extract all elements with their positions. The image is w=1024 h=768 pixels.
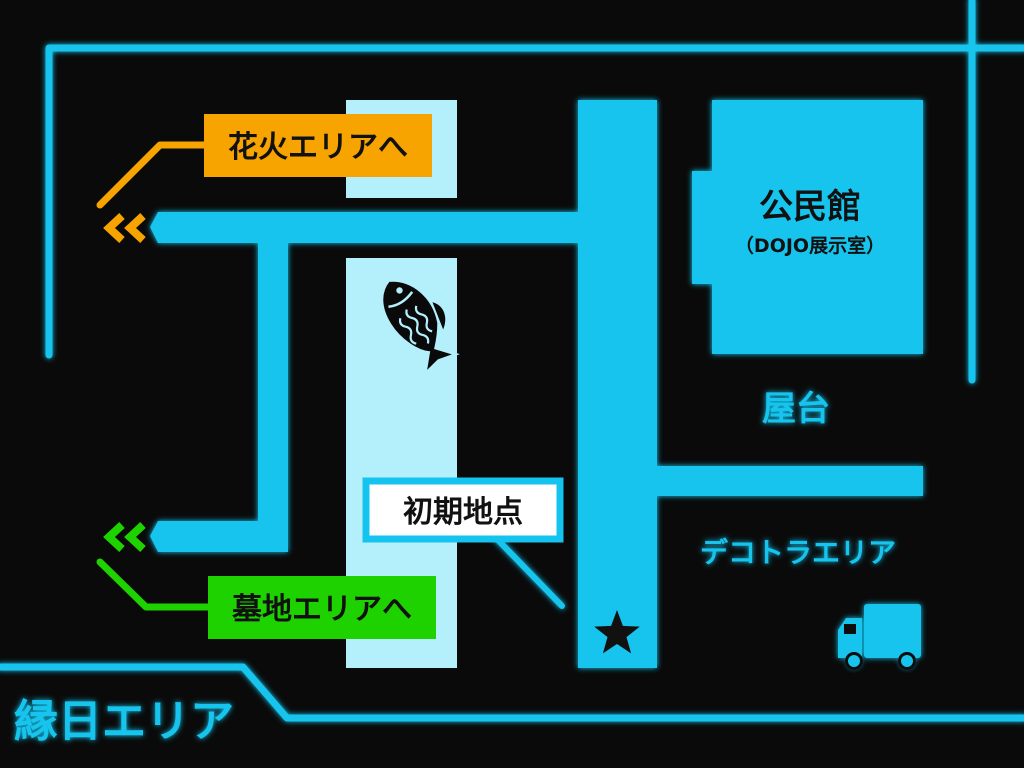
road-left-vertical	[258, 212, 288, 552]
start-point-label: 初期地点	[403, 495, 523, 530]
community-hall-label: 公民館	[759, 187, 861, 227]
hall-main-block	[712, 100, 923, 354]
road-main-vertical	[578, 100, 657, 668]
community-hall-building	[692, 100, 923, 354]
cemetery-area-label: 墓地エリアへ	[231, 592, 412, 627]
hall-entrance-block	[692, 171, 714, 284]
community-hall-sublabel: （DOJO展示室）	[735, 234, 885, 257]
food-stalls-label: 屋台	[762, 389, 830, 429]
festival-map: 公民館 （DOJO展示室） 花火エリアへ 墓地エリアへ 初期地点 屋台 デコトラ…	[0, 0, 1024, 768]
road-lower-horizontal	[158, 521, 288, 552]
ennichi-area-label: 縁日エリア	[14, 696, 234, 747]
decotora-area-label: デコトラエリア	[700, 536, 896, 569]
fireworks-area-label: 花火エリアへ	[228, 130, 408, 165]
road-upper-horizontal	[158, 212, 578, 243]
road-right-horizontal	[657, 466, 923, 496]
